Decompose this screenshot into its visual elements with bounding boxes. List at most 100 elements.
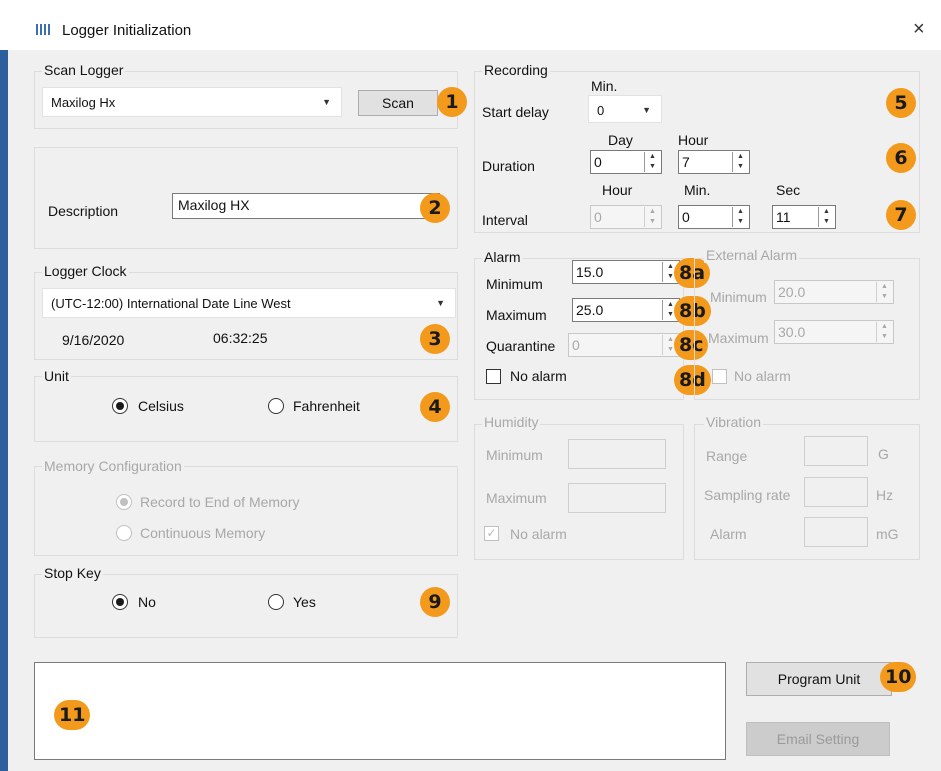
alarm-maximum-value: 25.0	[576, 302, 604, 318]
stepper-arrows-icon[interactable]: ▲ ▼	[818, 207, 834, 227]
vibration-alarm-label: Alarm	[710, 526, 747, 542]
humidity-maximum-label: Maximum	[486, 490, 547, 506]
record-end-radio	[116, 494, 132, 510]
alarm-label: Alarm	[482, 249, 523, 265]
email-setting-button: Email Setting	[746, 722, 890, 756]
interval-hour-stepper: 0 ▲ ▼	[590, 205, 662, 229]
interval-min-stepper[interactable]: 0 ▲ ▼	[678, 205, 750, 229]
logger-select[interactable]: Maxilog Hx ▼	[42, 87, 342, 117]
celsius-radio[interactable]	[112, 398, 128, 414]
background-taskbar-strip	[0, 50, 8, 771]
clock-time: 06:32:25	[213, 330, 268, 346]
badge-5: 5	[886, 88, 916, 118]
duration-hour-value: 7	[682, 154, 690, 170]
interval-sec-stepper[interactable]: 11 ▲ ▼	[772, 205, 836, 229]
badge-4: 4	[420, 392, 450, 422]
chevron-down-icon: ▼	[642, 105, 651, 115]
vibration-sampling-label: Sampling rate	[704, 487, 791, 503]
alarm-minimum-stepper[interactable]: 15.0 ▲ ▼	[572, 260, 680, 284]
duration-day-label: Day	[608, 132, 633, 148]
humidity-no-alarm-label: No alarm	[510, 526, 567, 542]
status-log-box[interactable]	[34, 662, 726, 760]
interval-hour-value: 0	[594, 209, 602, 225]
alarm-maximum-label: Maximum	[486, 307, 547, 323]
stop-yes-radio[interactable]	[268, 594, 284, 610]
logger-clock-label: Logger Clock	[42, 263, 129, 279]
scan-logger-label: Scan Logger	[42, 62, 126, 78]
alarm-minimum-value: 15.0	[576, 264, 604, 280]
alarm-minimum-label: Minimum	[486, 276, 543, 292]
no-alarm-checkbox[interactable]	[486, 369, 501, 384]
duration-hour-stepper[interactable]: 7 ▲ ▼	[678, 150, 750, 174]
celsius-label[interactable]: Celsius	[138, 398, 184, 414]
stepper-arrows-icon[interactable]: ▲ ▼	[732, 152, 748, 172]
logger-select-value: Maxilog Hx	[51, 95, 116, 110]
stop-yes-label[interactable]: Yes	[293, 594, 316, 610]
record-end-label: Record to End of Memory	[140, 494, 300, 510]
vibration-range-label: Range	[706, 448, 748, 464]
duration-day-value: 0	[594, 154, 602, 170]
vibration-sampling-field	[804, 477, 868, 507]
stop-key-label: Stop Key	[42, 565, 103, 581]
ext-maximum-stepper: 30.0 ▲ ▼	[774, 320, 894, 344]
description-label: Description	[48, 203, 119, 219]
humidity-maximum-field	[568, 483, 666, 513]
vibration-alarm-field	[804, 517, 868, 547]
start-delay-label: Start delay	[482, 104, 549, 120]
chevron-down-icon: ▼	[322, 97, 331, 107]
interval-min-value: 0	[682, 209, 690, 225]
recording-label: Recording	[482, 62, 550, 78]
vibration-alarm-unit: mG	[876, 526, 899, 542]
ext-maximum-value: 30.0	[778, 324, 806, 340]
memory-group	[34, 466, 458, 556]
badge-7: 7	[886, 200, 916, 230]
ext-minimum-label: Minimum	[710, 289, 767, 305]
start-delay-select[interactable]: 0 ▼	[588, 95, 662, 123]
vibration-sampling-unit: Hz	[876, 487, 894, 503]
badge-3: 3	[420, 324, 450, 354]
stop-no-radio[interactable]	[112, 594, 128, 610]
window-title: Logger Initialization	[62, 22, 192, 39]
badge-6: 6	[886, 143, 916, 173]
humidity-minimum-label: Minimum	[486, 447, 543, 463]
timezone-select[interactable]: (UTC-12:00) International Date Line West…	[42, 288, 456, 318]
stop-no-label[interactable]: No	[138, 594, 156, 610]
quarantine-stepper: 0 ▲ ▼	[568, 333, 680, 357]
close-icon[interactable]: ×	[913, 18, 925, 41]
unit-group	[34, 376, 458, 442]
humidity-minimum-field	[568, 439, 666, 469]
quarantine-value: 0	[572, 337, 580, 353]
vibration-label: Vibration	[704, 414, 764, 430]
continuous-label: Continuous Memory	[140, 525, 266, 541]
stop-key-group	[34, 574, 458, 638]
badge-1: 1	[437, 87, 467, 117]
alarm-maximum-stepper[interactable]: 25.0 ▲ ▼	[572, 298, 680, 322]
badge-11: 11	[54, 700, 91, 730]
fahrenheit-label[interactable]: Fahrenheit	[293, 398, 360, 414]
quarantine-label: Quarantine	[486, 338, 556, 354]
program-unit-button[interactable]: Program Unit	[746, 662, 892, 696]
chevron-down-icon: ▼	[436, 298, 445, 308]
fahrenheit-radio[interactable]	[268, 398, 284, 414]
continuous-radio	[116, 525, 132, 541]
stepper-arrows-icon: ▲ ▼	[876, 322, 892, 342]
duration-day-stepper[interactable]: 0 ▲ ▼	[590, 150, 662, 174]
window-edge	[0, 0, 8, 50]
humidity-no-alarm-checkbox: ✓	[484, 526, 499, 541]
stepper-arrows-icon[interactable]: ▲ ▼	[644, 152, 660, 172]
vibration-range-field	[804, 436, 868, 466]
start-delay-value: 0	[597, 103, 605, 118]
description-field[interactable]: Maxilog HX	[172, 193, 440, 219]
interval-hour-label: Hour	[602, 182, 633, 198]
badge-2: 2	[420, 193, 450, 223]
stepper-arrows-icon: ▲ ▼	[644, 207, 660, 227]
clock-date: 9/16/2020	[62, 332, 125, 348]
timezone-value: (UTC-12:00) International Date Line West	[51, 296, 291, 311]
ext-minimum-stepper: 20.0 ▲ ▼	[774, 280, 894, 304]
no-alarm-label[interactable]: No alarm	[510, 368, 567, 384]
duration-hour-label: Hour	[678, 132, 709, 148]
stepper-arrows-icon[interactable]: ▲ ▼	[732, 207, 748, 227]
duration-label: Duration	[482, 158, 535, 174]
interval-sec-value: 11	[776, 209, 791, 225]
scan-button[interactable]: Scan	[358, 90, 438, 116]
